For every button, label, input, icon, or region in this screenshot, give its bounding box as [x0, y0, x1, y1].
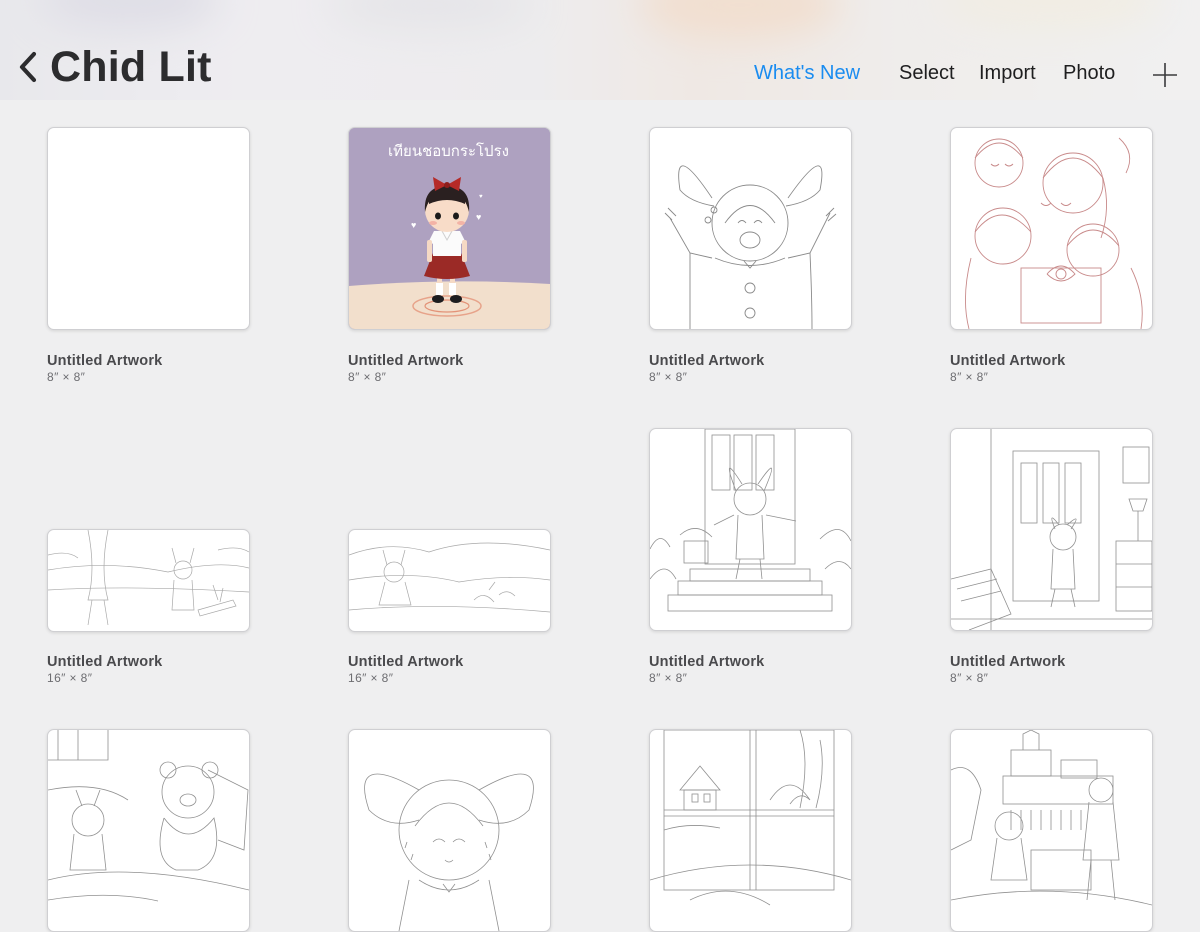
artwork-thumbnail[interactable]: [348, 529, 551, 632]
artwork-card[interactable]: Untitled Artwork 8″ × 8″: [649, 127, 852, 387]
group-sketch: [964, 137, 1143, 329]
artwork-card[interactable]: ♥ ♥ ♥ เทียนชอบกระโปรง Untitled Artwork 8…: [348, 127, 551, 387]
artwork-title: Untitled Artwork: [649, 654, 765, 670]
artwork-card[interactable]: Untitled Artwork 8″ × 8″: [950, 428, 1153, 689]
artwork-card[interactable]: Untitled Artwork 8″ × 8″: [47, 127, 250, 387]
artwork-thumbnail[interactable]: [649, 428, 852, 631]
artwork-thumbnail[interactable]: [348, 729, 551, 932]
artwork-card[interactable]: Untitled Artwork 16″ × 8″: [47, 529, 250, 689]
artwork-thumbnail[interactable]: [47, 127, 250, 330]
landscape-sketch: [48, 530, 249, 626]
heart-icon: ♥: [476, 212, 481, 222]
artwork-card[interactable]: [47, 729, 250, 932]
artwork-thumbnail[interactable]: [950, 729, 1153, 932]
artwork-title: Untitled Artwork: [47, 353, 163, 369]
artwork-thumbnail[interactable]: [649, 729, 852, 932]
artwork-size: 16″ × 8″: [348, 671, 394, 685]
back-button[interactable]: Chid Lit: [18, 42, 212, 92]
artwork-card[interactable]: [649, 729, 852, 932]
artwork-card[interactable]: Untitled Artwork 8″ × 8″: [950, 127, 1153, 387]
top-bar: Chid Lit What's New Select Import Photo: [0, 0, 1200, 100]
teddy-room-sketch: [48, 730, 249, 902]
artwork-thumbnail[interactable]: [950, 428, 1153, 631]
artwork-title: Untitled Artwork: [950, 654, 1066, 670]
bunny-hood-sketch: [364, 773, 534, 931]
import-button[interactable]: Import: [979, 62, 1036, 90]
artwork-card[interactable]: Untitled Artwork 8″ × 8″: [649, 428, 852, 689]
artwork-size: 8″ × 8″: [649, 370, 688, 384]
add-icon[interactable]: [1152, 62, 1178, 88]
landscape-sketch-2: [349, 542, 550, 613]
artwork-size: 16″ × 8″: [47, 671, 93, 685]
artwork-thumbnail[interactable]: [47, 729, 250, 932]
artwork-thumbnail[interactable]: [47, 529, 250, 632]
artwork-title: Untitled Artwork: [47, 654, 163, 670]
gallery-title: Chid Lit: [50, 42, 212, 91]
artwork-title: Untitled Artwork: [348, 353, 464, 369]
bunny-child-sketch: [664, 165, 837, 329]
artwork-size: 8″ × 8″: [950, 671, 989, 685]
artwork-caption: เทียนชอบกระโปรง: [388, 142, 509, 160]
door-steps-sketch: [650, 429, 851, 612]
artwork-title: Untitled Artwork: [348, 654, 464, 670]
room-door-sketch: [951, 429, 1152, 630]
heart-icon: ♥: [411, 220, 416, 230]
artwork-size: 8″ × 8″: [47, 370, 86, 384]
whats-new-button[interactable]: What's New: [754, 62, 860, 90]
artwork-card[interactable]: [348, 729, 551, 932]
photo-button[interactable]: Photo: [1063, 62, 1115, 90]
artwork-size: 8″ × 8″: [950, 370, 989, 384]
heart-icon: ♥: [479, 194, 483, 200]
window-sketch: [650, 730, 851, 906]
artwork-title: Untitled Artwork: [950, 353, 1066, 369]
artwork-thumbnail[interactable]: [649, 127, 852, 330]
chevron-left-icon: [19, 51, 37, 83]
select-button[interactable]: Select: [899, 62, 955, 90]
artwork-title: Untitled Artwork: [649, 353, 765, 369]
artwork-card[interactable]: Untitled Artwork 16″ × 8″: [348, 529, 551, 689]
artwork-size: 8″ × 8″: [649, 671, 688, 685]
kids-room-sketch: [951, 730, 1152, 906]
artwork-size: 8″ × 8″: [348, 370, 387, 384]
artwork-thumbnail[interactable]: [950, 127, 1153, 330]
artwork-card[interactable]: [950, 729, 1153, 932]
